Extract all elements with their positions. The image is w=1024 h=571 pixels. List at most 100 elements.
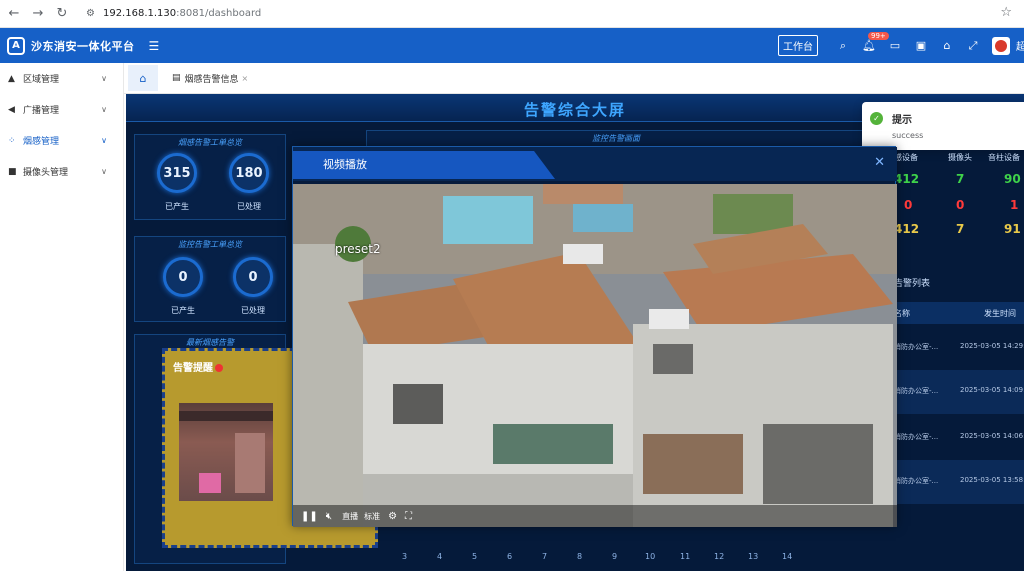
axis-tick: 5: [472, 552, 478, 561]
sidebar-item-area[interactable]: ▲ 区域管理 ∨: [0, 63, 123, 94]
axis-tick: 6: [507, 552, 513, 561]
stat-value: 412: [894, 222, 920, 236]
address-bar[interactable]: 192.168.1.130:8081/dashboard: [103, 8, 261, 19]
document-icon: ▤: [172, 73, 181, 83]
smoke-handled-count: 180: [229, 153, 269, 193]
stat-value: 412: [894, 172, 920, 186]
produced-label: 已产生: [171, 306, 195, 315]
row-time: 2025-03-05 14:06:3: [960, 432, 1024, 440]
list-header: 名称 发生时间: [892, 302, 1024, 324]
axis-tick: 7: [542, 552, 548, 561]
pause-icon[interactable]: ❚❚: [301, 511, 318, 522]
camera-icon: ■: [8, 166, 17, 177]
search-icon[interactable]: ⌕: [830, 39, 856, 53]
stat-header: 音柱设备: [988, 153, 1020, 162]
browser-toolbar: ← → ↻ ⚙ 192.168.1.130:8081/dashboard ☆: [0, 0, 1024, 28]
stat-value: 1: [1010, 198, 1019, 212]
axis-tick: 11: [680, 552, 691, 561]
axis-tick: 9: [612, 552, 618, 561]
row-name: 消防办公室-...: [894, 387, 939, 395]
stat-value: 0: [956, 198, 965, 212]
axis-tick: 13: [748, 552, 759, 561]
produced-label: 已产生: [165, 202, 189, 211]
row-name: 消防办公室-...: [894, 343, 939, 351]
sidebar-item-broadcast[interactable]: ◀ 广播管理 ∨: [0, 94, 123, 125]
close-icon[interactable]: ×: [242, 74, 249, 83]
bell-icon[interactable]: 🔔︎ 99+: [856, 32, 889, 52]
monitor-produced-count: 0: [163, 257, 203, 297]
monitor-icon[interactable]: ▣: [908, 39, 934, 52]
url-host: 192.168.1.130: [102, 8, 177, 19]
close-icon[interactable]: ✕: [874, 155, 885, 170]
sidebar-item-camera[interactable]: ■ 摄像头管理 ∨: [0, 156, 123, 187]
check-icon: ✓: [870, 112, 883, 125]
tab-smoke-alarm-info[interactable]: ▤ 烟感告警信息 ×: [172, 72, 248, 85]
panel-title: 最新烟感告警: [186, 338, 234, 347]
row-time: 2025-03-05 14:29:4: [960, 342, 1024, 350]
home-icon[interactable]: ⌂: [934, 39, 960, 52]
fullscreen-icon[interactable]: ⛶: [405, 511, 412, 522]
row-time: 2025-03-05 13:58:0: [960, 476, 1024, 484]
alert-snapshot-image[interactable]: [179, 403, 273, 501]
video-player-modal: 视频播放 ✕ preset2 ❚❚ 🔇︎ 直播 标准 ⚙ ⛶: [292, 146, 897, 527]
stat-value: 91: [1004, 222, 1021, 236]
video-frame: [293, 184, 897, 527]
axis-tick: 3: [402, 552, 408, 561]
speaker-icon: ◀: [8, 104, 15, 115]
avatar[interactable]: [992, 36, 1010, 55]
stat-header: 感设备: [894, 153, 918, 162]
user-name[interactable]: 超: [1016, 38, 1024, 53]
workbench-button[interactable]: 工作台: [778, 35, 818, 56]
live-button[interactable]: 直播: [342, 511, 358, 522]
preset-label: preset2: [335, 242, 381, 256]
sidebar-item-label: 区域管理: [23, 75, 60, 85]
monitor-overview-panel: 监控告警工单总览 0 0 已产生 已处理: [134, 236, 286, 322]
panel-title: 烟感告警工单总览: [178, 138, 242, 147]
app-header: A 沙东消安一体化平台 ☰ 工作台 ⌕ 🔔︎ 99+ ▭ ▣ ⌂ ⤢ 超: [0, 28, 1024, 63]
axis-tick: 8: [577, 552, 583, 561]
sidebar-item-smoke[interactable]: ⁘ 烟感管理 ∨: [0, 125, 123, 156]
device-stats: 感设备 摄像头 音柱设备 412 7 90 0 0 1 412 7 91: [892, 150, 1024, 250]
video-stream[interactable]: preset2 ❚❚ 🔇︎ 直播 标准 ⚙ ⛶: [293, 184, 897, 527]
handled-label: 已处理: [237, 202, 261, 211]
settings-icon[interactable]: ⚙: [388, 511, 397, 522]
reload-icon[interactable]: ↻: [52, 4, 72, 24]
quality-button[interactable]: 标准: [364, 511, 380, 522]
axis-tick: 14: [782, 552, 793, 561]
bookmark-star-icon[interactable]: ☆: [1000, 5, 1012, 20]
list-item[interactable]: 消防办公室-... 2025-03-05 13:58:0: [892, 460, 1024, 504]
tab-bar: ⌂ ▤ 烟感告警信息 ×: [124, 63, 1024, 94]
row-time: 2025-03-05 14:09:4: [960, 386, 1024, 394]
tab-home[interactable]: ⌂: [128, 65, 158, 91]
message-icon[interactable]: ▭: [882, 39, 908, 52]
stat-value: 7: [956, 222, 965, 236]
toast-message: success: [892, 131, 924, 140]
axis-tick: 4: [437, 552, 443, 561]
back-icon[interactable]: ←: [4, 4, 24, 24]
stat-value: 90: [1004, 172, 1021, 186]
alert-dot-icon: [215, 364, 223, 372]
alert-title: 告警提醒: [173, 359, 223, 374]
axis-tick: 10: [645, 552, 656, 561]
mute-icon[interactable]: 🔇︎: [326, 511, 332, 522]
stat-value: 0: [904, 198, 913, 212]
sidebar-item-label: 烟感管理: [23, 137, 60, 147]
smoke-produced-count: 315: [157, 153, 197, 193]
fullscreen-icon[interactable]: ⤢: [960, 39, 986, 53]
list-item[interactable]: 消防办公室-... 2025-03-05 14:09:4: [892, 370, 1024, 414]
list-item[interactable]: 消防办公室-... 2025-03-05 14:29:4: [892, 326, 1024, 370]
app-title: 沙东消安一体化平台: [31, 39, 135, 53]
handled-label: 已处理: [241, 306, 265, 315]
axis-tick: 12: [714, 552, 725, 561]
list-item[interactable]: 消防办公室-... 2025-03-05 14:06:3: [892, 416, 1024, 460]
forward-icon[interactable]: →: [28, 4, 48, 24]
grid-icon: ⁘: [8, 135, 16, 146]
row-name: 消防办公室-...: [894, 477, 939, 485]
menu-toggle-icon[interactable]: ☰: [149, 39, 160, 53]
area-icon: ▲: [8, 73, 15, 84]
chevron-down-icon: ∨: [101, 74, 107, 83]
monitor-handled-count: 0: [233, 257, 273, 297]
modal-title: 视频播放: [323, 158, 367, 171]
site-info-icon[interactable]: ⚙: [86, 8, 95, 19]
sidebar: ▲ 区域管理 ∨ ◀ 广播管理 ∨ ⁘ 烟感管理 ∨ ■ 摄像头管理 ∨: [0, 63, 124, 571]
